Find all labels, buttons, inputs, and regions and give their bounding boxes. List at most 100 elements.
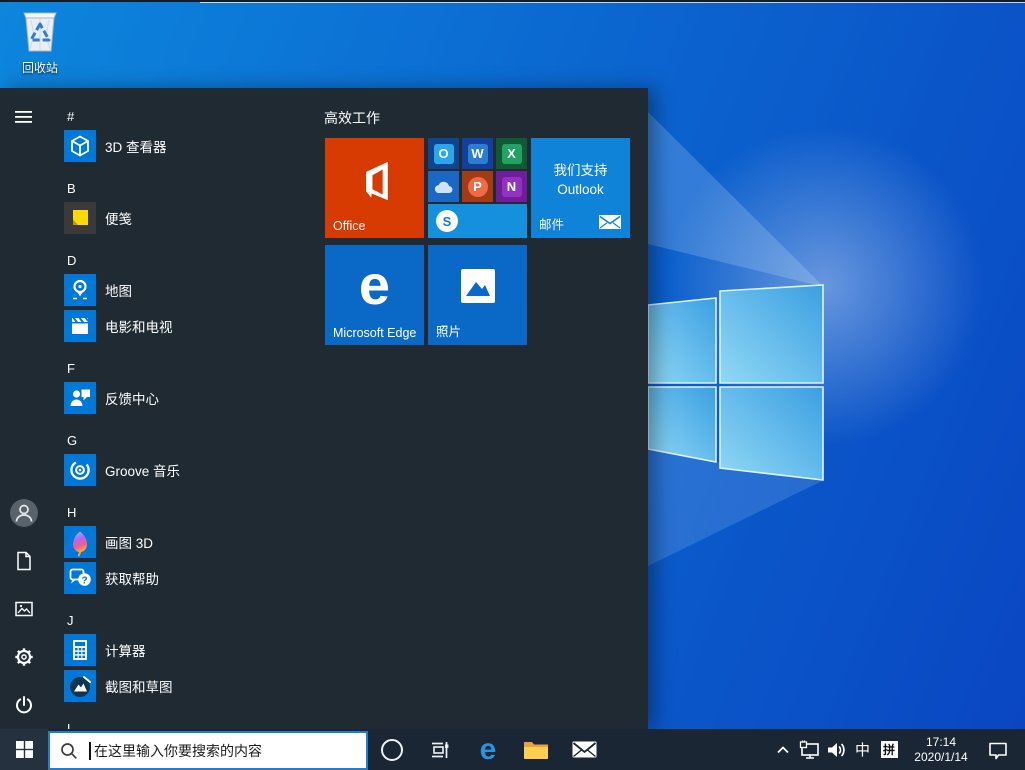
tray-expand-button[interactable] bbox=[770, 729, 796, 770]
mini-tile-skype[interactable]: S bbox=[428, 204, 527, 238]
start-menu-rail bbox=[0, 88, 48, 729]
expand-menu-button[interactable] bbox=[0, 93, 48, 141]
section-header-partial[interactable]: L bbox=[48, 716, 320, 729]
user-avatar-icon bbox=[9, 498, 39, 528]
photos-icon bbox=[459, 267, 497, 305]
taskbar: e bbox=[0, 729, 1025, 770]
ime-language-indicator[interactable]: 中 bbox=[850, 729, 875, 770]
app-item-calculator[interactable]: 计算器 bbox=[48, 632, 320, 668]
app-item-3d-viewer[interactable]: 3D 查看器 bbox=[48, 128, 320, 164]
app-label: 便笺 bbox=[105, 208, 132, 228]
file-explorer-button[interactable] bbox=[512, 729, 560, 770]
edge-browser-icon: e bbox=[480, 735, 497, 765]
recycle-bin-desktop-icon[interactable]: 回收站 bbox=[12, 5, 68, 76]
pictures-button[interactable] bbox=[0, 585, 48, 633]
mail-tile-promo: 我们支持 Outlook bbox=[531, 161, 630, 199]
tile-photos[interactable]: 照片 bbox=[428, 245, 527, 345]
app-item-groove-music[interactable]: Groove 音乐 bbox=[48, 452, 320, 488]
app-label: 截图和草图 bbox=[105, 676, 173, 696]
onedrive-cloud-icon bbox=[433, 180, 455, 194]
search-input[interactable] bbox=[94, 733, 354, 768]
app-item-feedback-hub[interactable]: 反馈中心 bbox=[48, 380, 320, 416]
word-icon: W bbox=[468, 144, 488, 164]
mini-tile-word[interactable]: W bbox=[462, 138, 493, 169]
edge-browser-button[interactable]: e bbox=[464, 729, 512, 770]
clock-time: 17:14 bbox=[926, 735, 956, 750]
task-view-icon bbox=[428, 738, 452, 762]
section-header[interactable]: B bbox=[48, 176, 320, 200]
clock-date: 2020/1/14 bbox=[914, 750, 967, 765]
documents-button[interactable] bbox=[0, 537, 48, 585]
outlook-icon: O bbox=[434, 144, 454, 164]
taskbar-clock[interactable]: 17:14 2020/1/14 bbox=[903, 729, 979, 770]
action-center-icon bbox=[987, 740, 1009, 760]
tile-office-apps-group[interactable]: O W X P N S bbox=[428, 138, 527, 238]
start-button[interactable] bbox=[0, 729, 48, 770]
section-header[interactable]: J bbox=[48, 608, 320, 632]
app-item-get-help[interactable]: ? 获取帮助 bbox=[48, 560, 320, 596]
section-header[interactable]: D bbox=[48, 248, 320, 272]
app-label: 地图 bbox=[105, 280, 132, 300]
app-item-sticky-notes[interactable]: 便笺 bbox=[48, 200, 320, 236]
mail-app-button[interactable] bbox=[560, 729, 608, 770]
settings-gear-icon bbox=[14, 647, 34, 667]
mini-tile-excel[interactable]: X bbox=[496, 138, 527, 169]
file-explorer-icon bbox=[523, 740, 549, 760]
recycle-bin-icon bbox=[19, 5, 61, 53]
mini-tile-onenote[interactable]: N bbox=[496, 171, 527, 202]
app-item-movies-tv[interactable]: 电影和电视 bbox=[48, 308, 320, 344]
app-label: 3D 查看器 bbox=[105, 136, 167, 156]
recycle-bin-label: 回收站 bbox=[12, 59, 68, 76]
mini-tile-outlook[interactable]: O bbox=[428, 138, 459, 169]
network-status[interactable] bbox=[796, 729, 823, 770]
app-item-snip-sketch[interactable]: 截图和草图 bbox=[48, 668, 320, 704]
sticky-notes-icon bbox=[64, 202, 96, 234]
ime-mode-indicator[interactable]: 拼 bbox=[875, 729, 903, 770]
onenote-icon: N bbox=[502, 177, 522, 197]
documents-icon bbox=[14, 551, 34, 571]
skype-icon: S bbox=[436, 210, 458, 232]
tile-group-title[interactable]: 高效工作 bbox=[324, 108, 380, 128]
maps-icon bbox=[64, 274, 96, 306]
edge-logo-icon: e bbox=[325, 253, 424, 317]
volume-status[interactable] bbox=[823, 729, 850, 770]
tile-mail[interactable]: 我们支持 Outlook 邮件 bbox=[531, 138, 630, 238]
section-header[interactable]: H bbox=[48, 500, 320, 524]
search-icon bbox=[60, 742, 78, 760]
mail-envelope-icon bbox=[599, 214, 621, 230]
windows-start-icon bbox=[16, 741, 33, 758]
action-center-button[interactable] bbox=[979, 729, 1017, 770]
section-header[interactable]: F bbox=[48, 356, 320, 380]
tile-label: 邮件 bbox=[539, 214, 564, 233]
get-help-icon: ? bbox=[64, 562, 96, 594]
settings-button[interactable] bbox=[0, 633, 48, 681]
app-label: Groove 音乐 bbox=[105, 460, 180, 480]
section-header[interactable]: # bbox=[48, 104, 320, 128]
hamburger-menu-icon bbox=[14, 109, 34, 125]
mini-tile-onedrive[interactable] bbox=[428, 171, 459, 202]
app-item-paint-3d[interactable]: 画图 3D bbox=[48, 524, 320, 560]
snip-sketch-icon bbox=[64, 670, 96, 702]
ime-mode-badge: 拼 bbox=[881, 741, 898, 758]
tile-microsoft-edge[interactable]: e Microsoft Edge bbox=[325, 245, 424, 345]
tile-office[interactable]: Office bbox=[325, 138, 424, 238]
app-label: 电影和电视 bbox=[105, 316, 173, 336]
app-item-maps[interactable]: 地图 bbox=[48, 272, 320, 308]
start-menu-app-list: # 3D 查看器 B 便笺 D 地图 bbox=[48, 88, 320, 729]
screen-top-highlight bbox=[200, 2, 1025, 3]
tile-label: 照片 bbox=[436, 321, 461, 340]
taskbar-search-box[interactable] bbox=[48, 731, 368, 770]
task-view-button[interactable] bbox=[416, 729, 464, 770]
tray-expand-chevron-icon bbox=[775, 743, 791, 757]
user-account-button[interactable] bbox=[0, 489, 48, 537]
mini-tile-powerpoint[interactable]: P bbox=[462, 171, 493, 202]
cortana-button[interactable] bbox=[368, 729, 416, 770]
section-header[interactable]: G bbox=[48, 428, 320, 452]
office-logo-icon bbox=[354, 158, 396, 204]
start-menu: # 3D 查看器 B 便笺 D 地图 bbox=[0, 88, 648, 729]
excel-icon: X bbox=[502, 144, 522, 164]
feedback-hub-icon bbox=[64, 382, 96, 414]
power-button[interactable] bbox=[0, 681, 48, 729]
system-tray: 中 拼 17:14 2020/1/14 bbox=[770, 729, 1025, 770]
3d-viewer-icon bbox=[64, 130, 96, 162]
